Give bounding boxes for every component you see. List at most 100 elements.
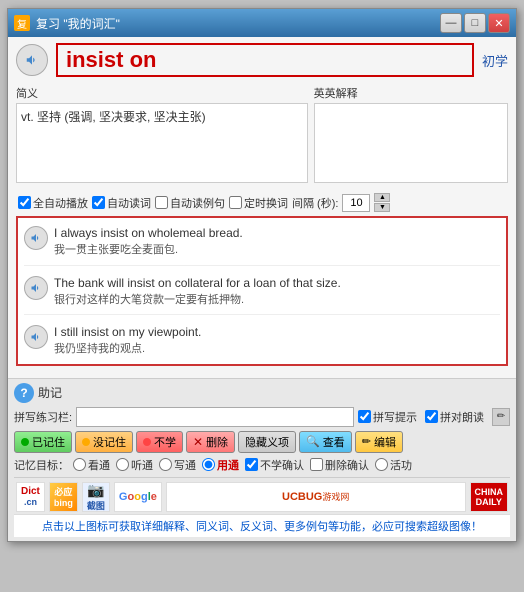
example-en-1: I always insist on wholemeal bread. (54, 224, 500, 242)
goal-tintong-radio[interactable] (116, 458, 129, 471)
spell-hint-checkbox[interactable] (358, 410, 371, 423)
goal-active: 活功 (375, 457, 412, 473)
spell-read-item: 拼对朗读 (425, 409, 484, 425)
goal-nolearn-confirm: 不学确认 (245, 457, 304, 473)
main-window: 复 复习 "我的词汇" — □ ✕ insist on 初学 简义 vt. 坚持… (7, 8, 517, 542)
edit-button[interactable]: ✏ 编辑 (355, 431, 403, 453)
delete-label: 删除 (206, 434, 228, 450)
goal-nolearn-label: 不学确认 (260, 457, 304, 473)
auto-read-item: 自动读词 (92, 195, 151, 211)
level-label: 初学 (482, 51, 508, 70)
google-logo[interactable]: Google (114, 482, 162, 512)
close-button[interactable]: ✕ (488, 13, 510, 33)
goal-kantong-radio[interactable] (73, 458, 86, 471)
no-learn-label: 不学 (154, 434, 176, 450)
speaker-icon-2 (30, 282, 42, 294)
not-remembered-label: 没记住 (93, 434, 126, 450)
example-en-2: The bank will insist on collateral for a… (54, 274, 500, 292)
spell-edit-button[interactable]: ✏ (492, 408, 510, 426)
goal-nolearn-checkbox[interactable] (245, 458, 258, 471)
goal-delete-confirm: 删除确认 (310, 457, 369, 473)
example-cn-1: 我一贯主张要吃全麦面包. (54, 242, 500, 259)
spell-read-checkbox[interactable] (425, 410, 438, 423)
example-speaker-1[interactable] (24, 226, 48, 250)
auto-example-checkbox[interactable] (155, 196, 168, 209)
hide-meaning-button[interactable]: 隐藏义项 (238, 431, 296, 453)
auto-play-checkbox[interactable] (18, 196, 31, 209)
delete-button[interactable]: ✕ 删除 (186, 431, 235, 453)
link-bar[interactable]: 点击以上图标可获取详细解释、同义词、反义词、更多例句等功能，必应可搜索超级图像！ (14, 514, 510, 537)
cn-definition-text: vt. 坚持 (强调, 坚决要求, 坚决主张) (21, 108, 303, 126)
title-bar: 复 复习 "我的词汇" — □ ✕ (8, 9, 516, 37)
no-learn-dot (143, 438, 151, 446)
minimize-button[interactable]: — (440, 13, 462, 33)
interval-input[interactable] (342, 194, 370, 212)
remembered-label: 已记住 (32, 434, 65, 450)
window-title: 复习 "我的词汇" (36, 15, 440, 32)
goal-radio-group: 看通 听通 写通 用通 不学确认 (73, 457, 412, 473)
cn-def-label: 简义 (16, 85, 308, 101)
delete-x-icon: ✕ (193, 435, 203, 449)
goal-kantong: 看通 (73, 457, 110, 473)
goal-active-radio[interactable] (375, 458, 388, 471)
chinadaily-logo[interactable]: CHINA DAILY (470, 482, 509, 512)
memory-goal-row: 记忆目标： 看通 听通 写通 用通 (14, 457, 510, 473)
not-remembered-dot (82, 438, 90, 446)
hide-meaning-label: 隐藏义项 (245, 434, 289, 450)
dict-cn-logo[interactable]: Dict .cn (16, 482, 45, 512)
auto-play-label: 全自动播放 (33, 195, 88, 211)
interval-label: 间隔 (秒): (292, 195, 338, 211)
timed-switch-checkbox[interactable] (229, 196, 242, 209)
en-definition-box (314, 103, 508, 183)
main-content: insist on 初学 简义 vt. 坚持 (强调, 坚决要求, 坚决主张) … (8, 37, 516, 378)
goal-tintong: 听通 (116, 457, 153, 473)
maximize-button[interactable]: □ (464, 13, 486, 33)
edit-icon: ✏ (362, 435, 371, 448)
example-cn-2: 银行对这样的大笔贷款一定要有抵押物. (54, 292, 500, 309)
goal-tintong-label: 听通 (131, 457, 153, 473)
not-remembered-button[interactable]: 没记住 (75, 431, 133, 453)
goal-yongtong: 用通 (202, 457, 239, 473)
auto-read-checkbox[interactable] (92, 196, 105, 209)
example-speaker-3[interactable] (24, 325, 48, 349)
view-button[interactable]: 🔍 查看 (299, 431, 352, 453)
bing-logo[interactable]: 必应 bing (49, 482, 78, 512)
action-buttons-row: 已记住 没记住 不学 ✕ 删除 隐藏义项 🔍 查看 ✏ (14, 431, 510, 453)
ucbug-logo[interactable]: UCBUG 游戏网 (166, 482, 466, 512)
no-learn-button[interactable]: 不学 (136, 431, 183, 453)
goal-active-label: 活功 (390, 457, 412, 473)
view-label: 查看 (323, 434, 345, 450)
goal-delete-checkbox[interactable] (310, 458, 323, 471)
spell-hint-label: 拼写提示 (373, 409, 417, 425)
speaker-icon-1 (30, 232, 42, 244)
example-text-3: I still insist on my viewpoint. 我仍坚持我的观点… (54, 323, 500, 358)
word-speaker-button[interactable] (16, 44, 48, 76)
definition-area: 简义 vt. 坚持 (强调, 坚决要求, 坚决主张) 英英解释 (16, 85, 508, 183)
app-icon: 复 (14, 15, 30, 31)
spell-input[interactable] (76, 407, 354, 427)
spell-checks: 拼写提示 拼对朗读 ✏ (358, 408, 510, 426)
example-text-1: I always insist on wholemeal bread. 我一贯主… (54, 224, 500, 259)
word-header: insist on 初学 (16, 43, 508, 77)
interval-down-button[interactable]: ▼ (374, 203, 390, 212)
view-icon: 🔍 (306, 435, 320, 448)
goal-yongtong-radio[interactable] (202, 458, 215, 471)
help-icon: ? (14, 383, 34, 403)
goal-label: 记忆目标： (14, 457, 69, 473)
example-row-2: The bank will insist on collateral for a… (24, 274, 500, 316)
remembered-button[interactable]: 已记住 (14, 431, 72, 453)
auto-play-item: 全自动播放 (18, 195, 88, 211)
spell-label: 拼写练习栏: (14, 409, 72, 425)
example-speaker-2[interactable] (24, 276, 48, 300)
en-def-label: 英英解释 (314, 85, 508, 101)
goal-xietong-radio[interactable] (159, 458, 172, 471)
logo-bar: Dict .cn 必应 bing 📷 截图 Google UCBUG 游戏网 (14, 477, 510, 514)
help-row: ? 助记 (14, 383, 510, 403)
examples-box: I always insist on wholemeal bread. 我一贯主… (16, 216, 508, 366)
interval-up-button[interactable]: ▲ (374, 193, 390, 202)
spell-read-label: 拼对朗读 (440, 409, 484, 425)
capture-logo[interactable]: 📷 截图 (82, 482, 110, 512)
bottom-section: ? 助记 拼写练习栏: 拼写提示 拼对朗读 ✏ 已 (8, 378, 516, 541)
edit-label: 编辑 (374, 434, 396, 450)
example-cn-3: 我仍坚持我的观点. (54, 341, 500, 358)
